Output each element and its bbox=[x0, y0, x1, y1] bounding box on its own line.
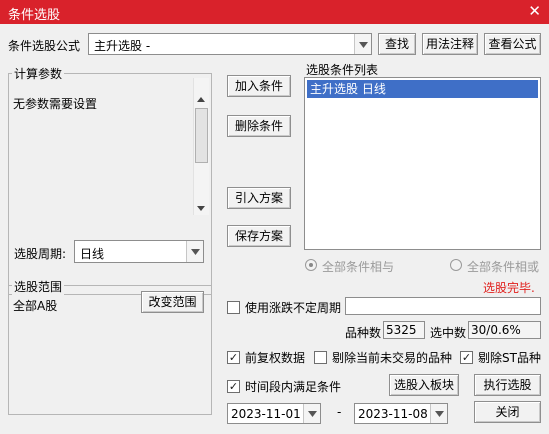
start-date-value: 2023-11-01 bbox=[231, 407, 301, 421]
period-checkbox[interactable] bbox=[227, 301, 240, 314]
find-button[interactable]: 查找 bbox=[378, 33, 416, 55]
period-select[interactable]: 日线 bbox=[74, 240, 204, 263]
adjusted-checkbox[interactable]: ✓ bbox=[227, 351, 240, 364]
remove-condition-button[interactable]: 删除条件 bbox=[227, 115, 291, 137]
exclude-st-label: 剔除ST品种 bbox=[478, 351, 541, 365]
period-value: 日线 bbox=[80, 247, 105, 261]
selected-label: 选中数 bbox=[430, 326, 467, 340]
change-scope-button[interactable]: 改变范围 bbox=[141, 291, 204, 313]
formula-label: 条件选股公式 bbox=[8, 39, 81, 53]
time-range-checkbox[interactable]: ✓ bbox=[227, 380, 240, 393]
time-range-label: 时间段内满足条件 bbox=[245, 380, 342, 394]
radio-or-label: 全部条件相或 bbox=[467, 260, 540, 274]
end-date-picker[interactable]: 2023-11-08 bbox=[354, 403, 448, 424]
save-plan-button[interactable]: 保存方案 bbox=[227, 225, 291, 247]
exclude-untraded-checkbox[interactable] bbox=[314, 351, 327, 364]
to-block-button[interactable]: 选股入板块 bbox=[389, 374, 459, 396]
adjusted-label: 前复权数据 bbox=[245, 351, 306, 365]
close-button[interactable]: 关闭 bbox=[474, 401, 541, 423]
total-label: 品种数 bbox=[345, 326, 382, 340]
window-title: 条件选股 bbox=[8, 8, 61, 23]
chevron-down-icon[interactable] bbox=[430, 404, 447, 423]
params-group-title: 计算参数 bbox=[12, 65, 65, 82]
period-label: 选股周期: bbox=[14, 247, 67, 261]
start-date-picker[interactable]: 2023-11-01 bbox=[227, 403, 321, 424]
status-text: 选股完毕. bbox=[483, 281, 535, 295]
total-field: 5325 bbox=[383, 321, 425, 339]
scope-value: 全部A股 bbox=[13, 299, 58, 313]
execute-button[interactable]: 执行选股 bbox=[474, 374, 541, 396]
add-condition-button[interactable]: 加入条件 bbox=[227, 75, 291, 97]
exclude-untraded-label: 剔除当前未交易的品种 bbox=[332, 351, 453, 365]
scroll-thumb[interactable] bbox=[195, 108, 208, 163]
title-bar: 条件选股 ✕ bbox=[0, 0, 549, 24]
params-scrollbar[interactable] bbox=[193, 78, 209, 215]
radio-and[interactable] bbox=[305, 259, 317, 271]
formula-select[interactable]: 主升选股 - bbox=[88, 33, 372, 55]
date-separator: - bbox=[337, 405, 342, 419]
radio-dot bbox=[309, 263, 313, 267]
selected-field: 30/0.6% bbox=[468, 321, 541, 339]
scope-group-title: 选股范围 bbox=[12, 278, 65, 295]
view-formula-button[interactable]: 查看公式 bbox=[484, 33, 541, 55]
period-input[interactable] bbox=[345, 297, 541, 315]
period-option-label: 使用涨跌不定周期 bbox=[245, 301, 342, 315]
conditions-title: 选股条件列表 bbox=[306, 63, 379, 77]
radio-and-label: 全部条件相与 bbox=[322, 260, 395, 274]
selected-value: 30/0.6% bbox=[471, 323, 521, 337]
exclude-st-checkbox[interactable]: ✓ bbox=[460, 351, 473, 364]
end-date-value: 2023-11-08 bbox=[358, 407, 428, 421]
radio-or[interactable] bbox=[450, 259, 462, 271]
formula-value: 主升选股 - bbox=[94, 39, 151, 53]
total-value: 5325 bbox=[386, 323, 417, 337]
close-icon[interactable]: ✕ bbox=[528, 2, 541, 20]
chevron-down-icon[interactable] bbox=[303, 404, 320, 423]
scroll-up-icon[interactable] bbox=[197, 91, 205, 105]
dialog-body: 条件选股公式 主升选股 - 查找 用法注释 查看公式 计算参数 无参数需要设置 … bbox=[0, 24, 549, 434]
chevron-down-icon[interactable] bbox=[354, 34, 371, 54]
chevron-down-icon[interactable] bbox=[186, 241, 203, 262]
scroll-down-icon[interactable] bbox=[197, 200, 205, 214]
list-item[interactable]: 主升选股 日线 bbox=[307, 80, 538, 98]
conditions-list[interactable]: 主升选股 日线 bbox=[304, 77, 541, 250]
import-plan-button[interactable]: 引入方案 bbox=[227, 187, 291, 209]
usage-notes-button[interactable]: 用法注释 bbox=[422, 33, 478, 55]
params-text: 无参数需要设置 bbox=[13, 97, 98, 111]
